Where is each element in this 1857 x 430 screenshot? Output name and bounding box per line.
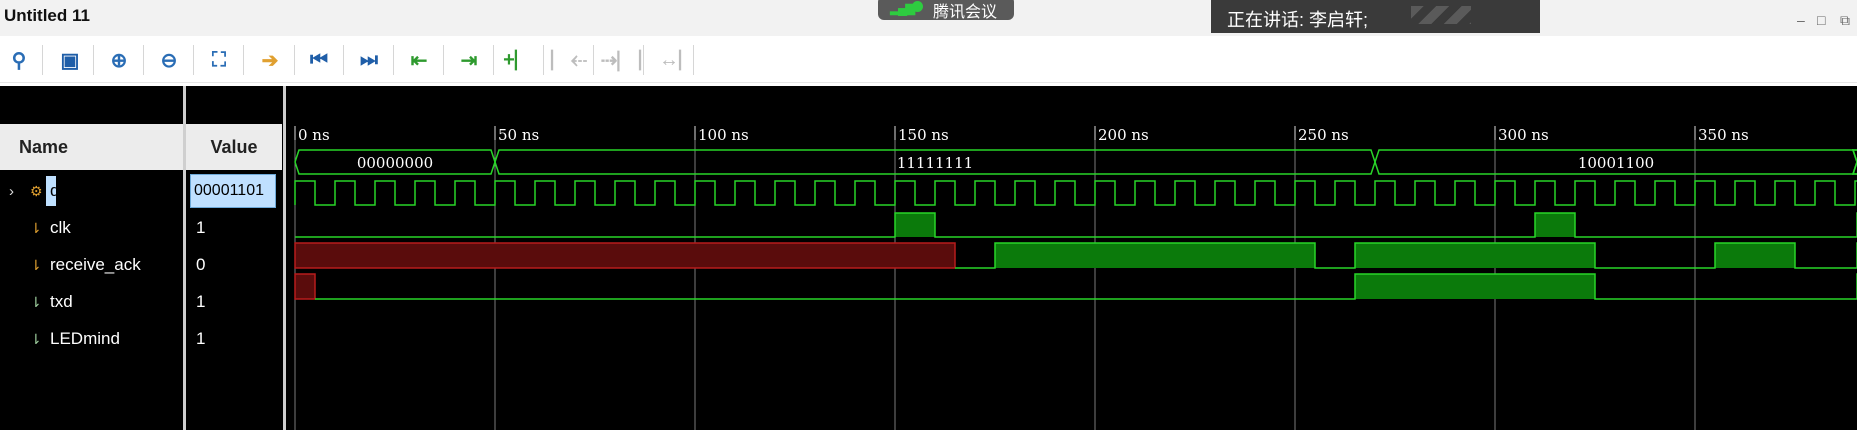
toolbar-separator [693, 45, 694, 75]
speaker-avatar-icon [1411, 6, 1471, 24]
receive-ack-high-fill [895, 213, 935, 237]
value-column-header[interactable]: Value [186, 124, 282, 170]
clk-waveform [294, 180, 1857, 206]
bus-value-label: 10001100 [1578, 154, 1654, 172]
bit-icon: ⇂ [30, 219, 42, 236]
tick-label: 300 ns [1498, 126, 1549, 144]
tick-label: 0 ns [298, 126, 330, 144]
signal-name: data_o[7:0] [50, 181, 136, 200]
toolbar-separator [42, 45, 43, 75]
tick-label: 250 ns [1298, 126, 1349, 144]
signal-row-data-o[interactable]: › ⚙ data_o[7:0] [0, 174, 183, 208]
receive-ack-high-fill [1535, 213, 1575, 237]
bus-value-label: 00000000 [357, 154, 433, 172]
toolbar-separator [193, 45, 194, 75]
toolbar-separator [493, 45, 494, 75]
maximize-icon[interactable]: □ [1817, 12, 1825, 28]
tick-label: 150 ns [898, 126, 949, 144]
search-icon[interactable]: ⚲ [5, 46, 33, 74]
toolbar-separator [343, 45, 344, 75]
bus-icon: ⚙ [30, 182, 43, 199]
previous-marker-icon[interactable]: ⎸⇠ [551, 46, 587, 74]
signal-row-receive-ack[interactable]: ⇂ receive_ack [0, 248, 183, 282]
waveform-viewer[interactable]: 0 ns 50 ns 100 ns 150 ns 200 ns 250 ns 300 ns 3… [292, 86, 1857, 430]
tick-label: 350 ns [1698, 126, 1749, 144]
txd-high-fill [1715, 243, 1795, 268]
signal-value[interactable]: 00001101 [190, 174, 276, 208]
toolbar-separator [393, 45, 394, 75]
signal-value-panel: Value 00001101 1 0 1 1 [186, 124, 282, 430]
signal-value[interactable]: 1 [186, 322, 282, 356]
signal-name: receive_ack [50, 255, 141, 274]
previous-transition-icon[interactable]: ⇤ [405, 46, 433, 74]
signal-value[interactable]: 1 [186, 211, 282, 245]
window-title-bar: Untitled 11 ▂▄▆ 腾讯会议 正在讲话: 李启轩; – □ ⧉ [0, 0, 1857, 36]
wave-toolbar: ⚲ ▣ ⊕ ⊖ ⛶ ➔ ⏮ ⏭ ⇤ ⇥ +⎸ ⎸⇠ ⇢⎸ ⎸↔⎸ [0, 38, 1857, 83]
name-column-header[interactable]: Name [0, 124, 183, 170]
bus-value-label: 11111111 [897, 154, 973, 172]
signal-name: LEDmind [50, 329, 120, 348]
meeting-overlay[interactable]: ▂▄▆ 腾讯会议 [878, 0, 1014, 21]
go-to-end-icon[interactable]: ⏭ [355, 46, 383, 74]
speaker-overlay: 正在讲话: 李启轩; [1211, 0, 1540, 33]
float-icon[interactable]: ⧉ [1840, 12, 1850, 29]
toolbar-separator [593, 45, 594, 75]
txd-high-fill [1355, 243, 1595, 268]
toolbar-separator [443, 45, 444, 75]
panel-splitter[interactable] [283, 86, 286, 430]
meeting-label: 腾讯会议 [933, 4, 998, 21]
txd-undefined-region [294, 242, 956, 269]
txd-high-fill [995, 243, 1315, 268]
bit-icon: ⇂ [30, 330, 42, 347]
signal-value[interactable]: 1 [186, 285, 282, 319]
ledmind-waveform [315, 273, 1857, 300]
toolbar-separator [243, 45, 244, 75]
window-title: Untitled 11 [4, 6, 90, 25]
signal-bars-icon: ▂▄▆ [890, 0, 915, 15]
signal-row-txd[interactable]: ⇂ txd [0, 285, 183, 319]
zoom-out-icon[interactable]: ⊖ [155, 46, 183, 74]
signal-name: clk [50, 218, 71, 237]
tick-label: 200 ns [1098, 126, 1149, 144]
toolbar-separator [294, 45, 295, 75]
next-transition-icon[interactable]: ⇥ [455, 46, 483, 74]
next-marker-icon[interactable]: ⇢⎸ [601, 46, 638, 74]
signal-row-ledmind[interactable]: ⇂ LEDmind [0, 322, 183, 356]
tick-label: 50 ns [498, 126, 539, 144]
ledmind-high-fill [1355, 274, 1595, 299]
status-dot-icon [912, 1, 923, 12]
go-to-cursor-icon[interactable]: ➔ [256, 46, 284, 74]
receive-ack-waveform [295, 212, 1857, 238]
toolbar-separator [143, 45, 144, 75]
go-to-start-icon[interactable]: ⏮ [305, 46, 333, 74]
signal-row-clk[interactable]: ⇂ clk [0, 211, 183, 245]
signal-value[interactable]: 0 [186, 248, 282, 282]
minimize-icon[interactable]: – [1797, 12, 1805, 28]
bit-icon: ⇂ [30, 256, 42, 273]
speaker-label: 正在讲话: 李启轩; [1227, 10, 1369, 30]
signal-name: txd [50, 292, 73, 311]
expand-chevron-icon[interactable]: › [9, 183, 14, 200]
signal-name-panel: Name › ⚙ data_o[7:0] ⇂ clk ⇂ receive_ack… [0, 124, 183, 430]
zoom-fit-icon[interactable]: ⛶ [205, 46, 233, 74]
save-icon[interactable]: ▣ [56, 46, 84, 74]
swap-cursors-icon[interactable]: ⎸↔⎸ [639, 46, 699, 74]
toolbar-separator [543, 45, 544, 75]
bit-icon: ⇂ [30, 293, 42, 310]
toolbar-separator [93, 45, 94, 75]
bus-segment [1851, 149, 1857, 175]
ledmind-undefined-region [294, 273, 316, 300]
tick-label: 100 ns [698, 126, 749, 144]
zoom-in-icon[interactable]: ⊕ [105, 46, 133, 74]
add-marker-icon[interactable]: +⎸ [503, 46, 535, 74]
